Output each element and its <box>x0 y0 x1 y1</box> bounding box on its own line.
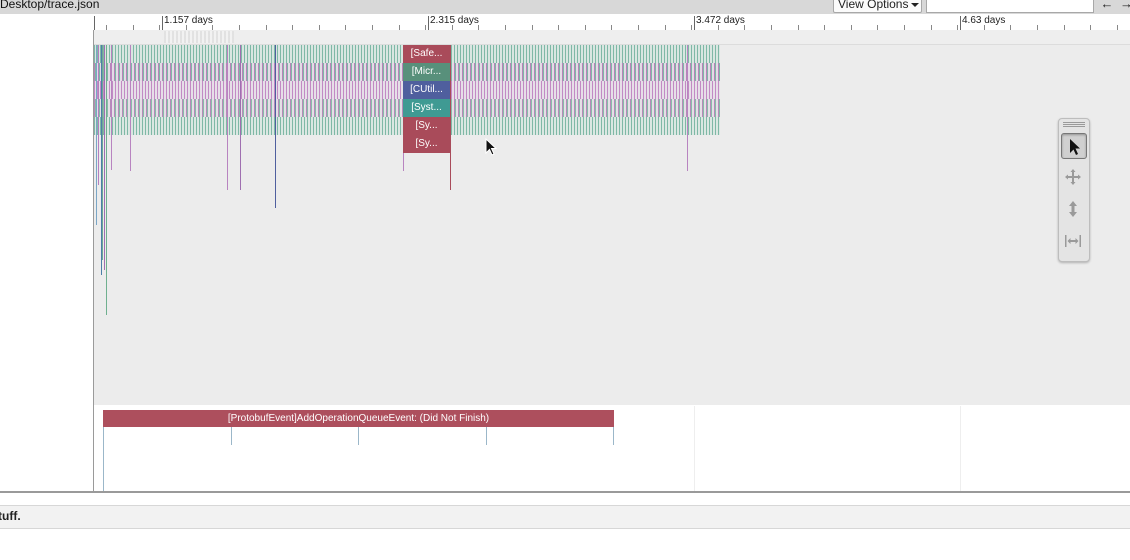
top-toolbar: Desktop/trace.json View Options ← → <box>0 0 1130 14</box>
previous-match-button[interactable]: ← <box>1097 0 1117 12</box>
event-line <box>687 45 688 171</box>
ruler-tick <box>694 16 695 30</box>
trace-slice[interactable]: [Sy... <box>403 135 450 153</box>
trace-slice[interactable]: [CUtil... <box>403 81 450 99</box>
event-tick <box>613 427 614 445</box>
ruler-tick <box>428 16 429 30</box>
mouse-cursor-icon <box>485 138 498 156</box>
event-line <box>102 45 103 260</box>
chevron-down-icon <box>911 2 920 7</box>
selection-mode-button[interactable] <box>1061 133 1087 159</box>
event-tick <box>231 427 232 445</box>
async-event-track[interactable]: [ProtobufEvent]AddOperationQueueEvent: (… <box>94 406 1130 491</box>
view-options-label: View Options <box>838 0 909 11</box>
thread-track[interactable]: [Safe... [Micr... [CUtil... [Syst... [Sy… <box>94 45 1130 405</box>
event-line <box>104 45 105 270</box>
event-line <box>96 45 97 225</box>
search-input[interactable] <box>926 0 1094 13</box>
ruler-tick <box>162 16 163 30</box>
ruler-tick <box>960 16 961 30</box>
grid-line <box>694 406 695 491</box>
drag-handle[interactable] <box>1063 122 1085 127</box>
pan-mode-button[interactable] <box>1061 165 1087 191</box>
trace-slice[interactable]: [Micr... <box>403 63 450 81</box>
vertical-zoom-icon <box>1069 201 1077 217</box>
event-line <box>130 45 131 171</box>
event-line <box>450 45 451 190</box>
next-match-button[interactable]: → <box>1120 0 1130 12</box>
event-line <box>227 45 228 190</box>
event-line <box>240 45 241 190</box>
mouse-mode-palette <box>1058 118 1090 262</box>
event-line <box>106 45 107 315</box>
time-ruler[interactable]: 1.157 days 2.315 days 3.472 days 4.63 da… <box>94 14 1130 31</box>
overview-highlight <box>164 31 234 43</box>
async-event-slice[interactable]: [ProtobufEvent]AddOperationQueueEvent: (… <box>103 410 614 427</box>
ruler-label: 1.157 days <box>164 15 213 26</box>
event-tick <box>103 427 104 491</box>
file-title: Desktop/trace.json <box>0 0 100 11</box>
event-line <box>98 45 99 185</box>
ruler-label: 3.472 days <box>696 15 745 26</box>
event-line <box>111 45 112 170</box>
trace-slice[interactable]: [Safe... <box>403 45 450 63</box>
grid-line <box>960 406 961 491</box>
horizontal-range-icon <box>1065 235 1081 247</box>
trace-slice[interactable]: [Sy... <box>403 117 450 135</box>
track-label-column <box>0 30 94 491</box>
move-arrows-icon <box>1065 169 1081 185</box>
arrow-cursor-icon <box>1070 139 1080 155</box>
timing-mode-button[interactable] <box>1061 229 1087 255</box>
analysis-panel-header <box>0 505 1130 529</box>
ruler-tick <box>94 16 95 30</box>
analysis-panel-title: tuff. <box>0 509 21 523</box>
event-tick <box>486 427 487 445</box>
zoom-mode-button[interactable] <box>1061 197 1087 223</box>
event-line <box>275 45 276 208</box>
ruler-label: 2.315 days <box>430 15 479 26</box>
overview-strip[interactable] <box>94 30 1130 45</box>
event-tick <box>358 427 359 445</box>
view-options-button[interactable]: View Options <box>833 0 922 13</box>
trace-slice[interactable]: [Syst... <box>403 99 450 117</box>
